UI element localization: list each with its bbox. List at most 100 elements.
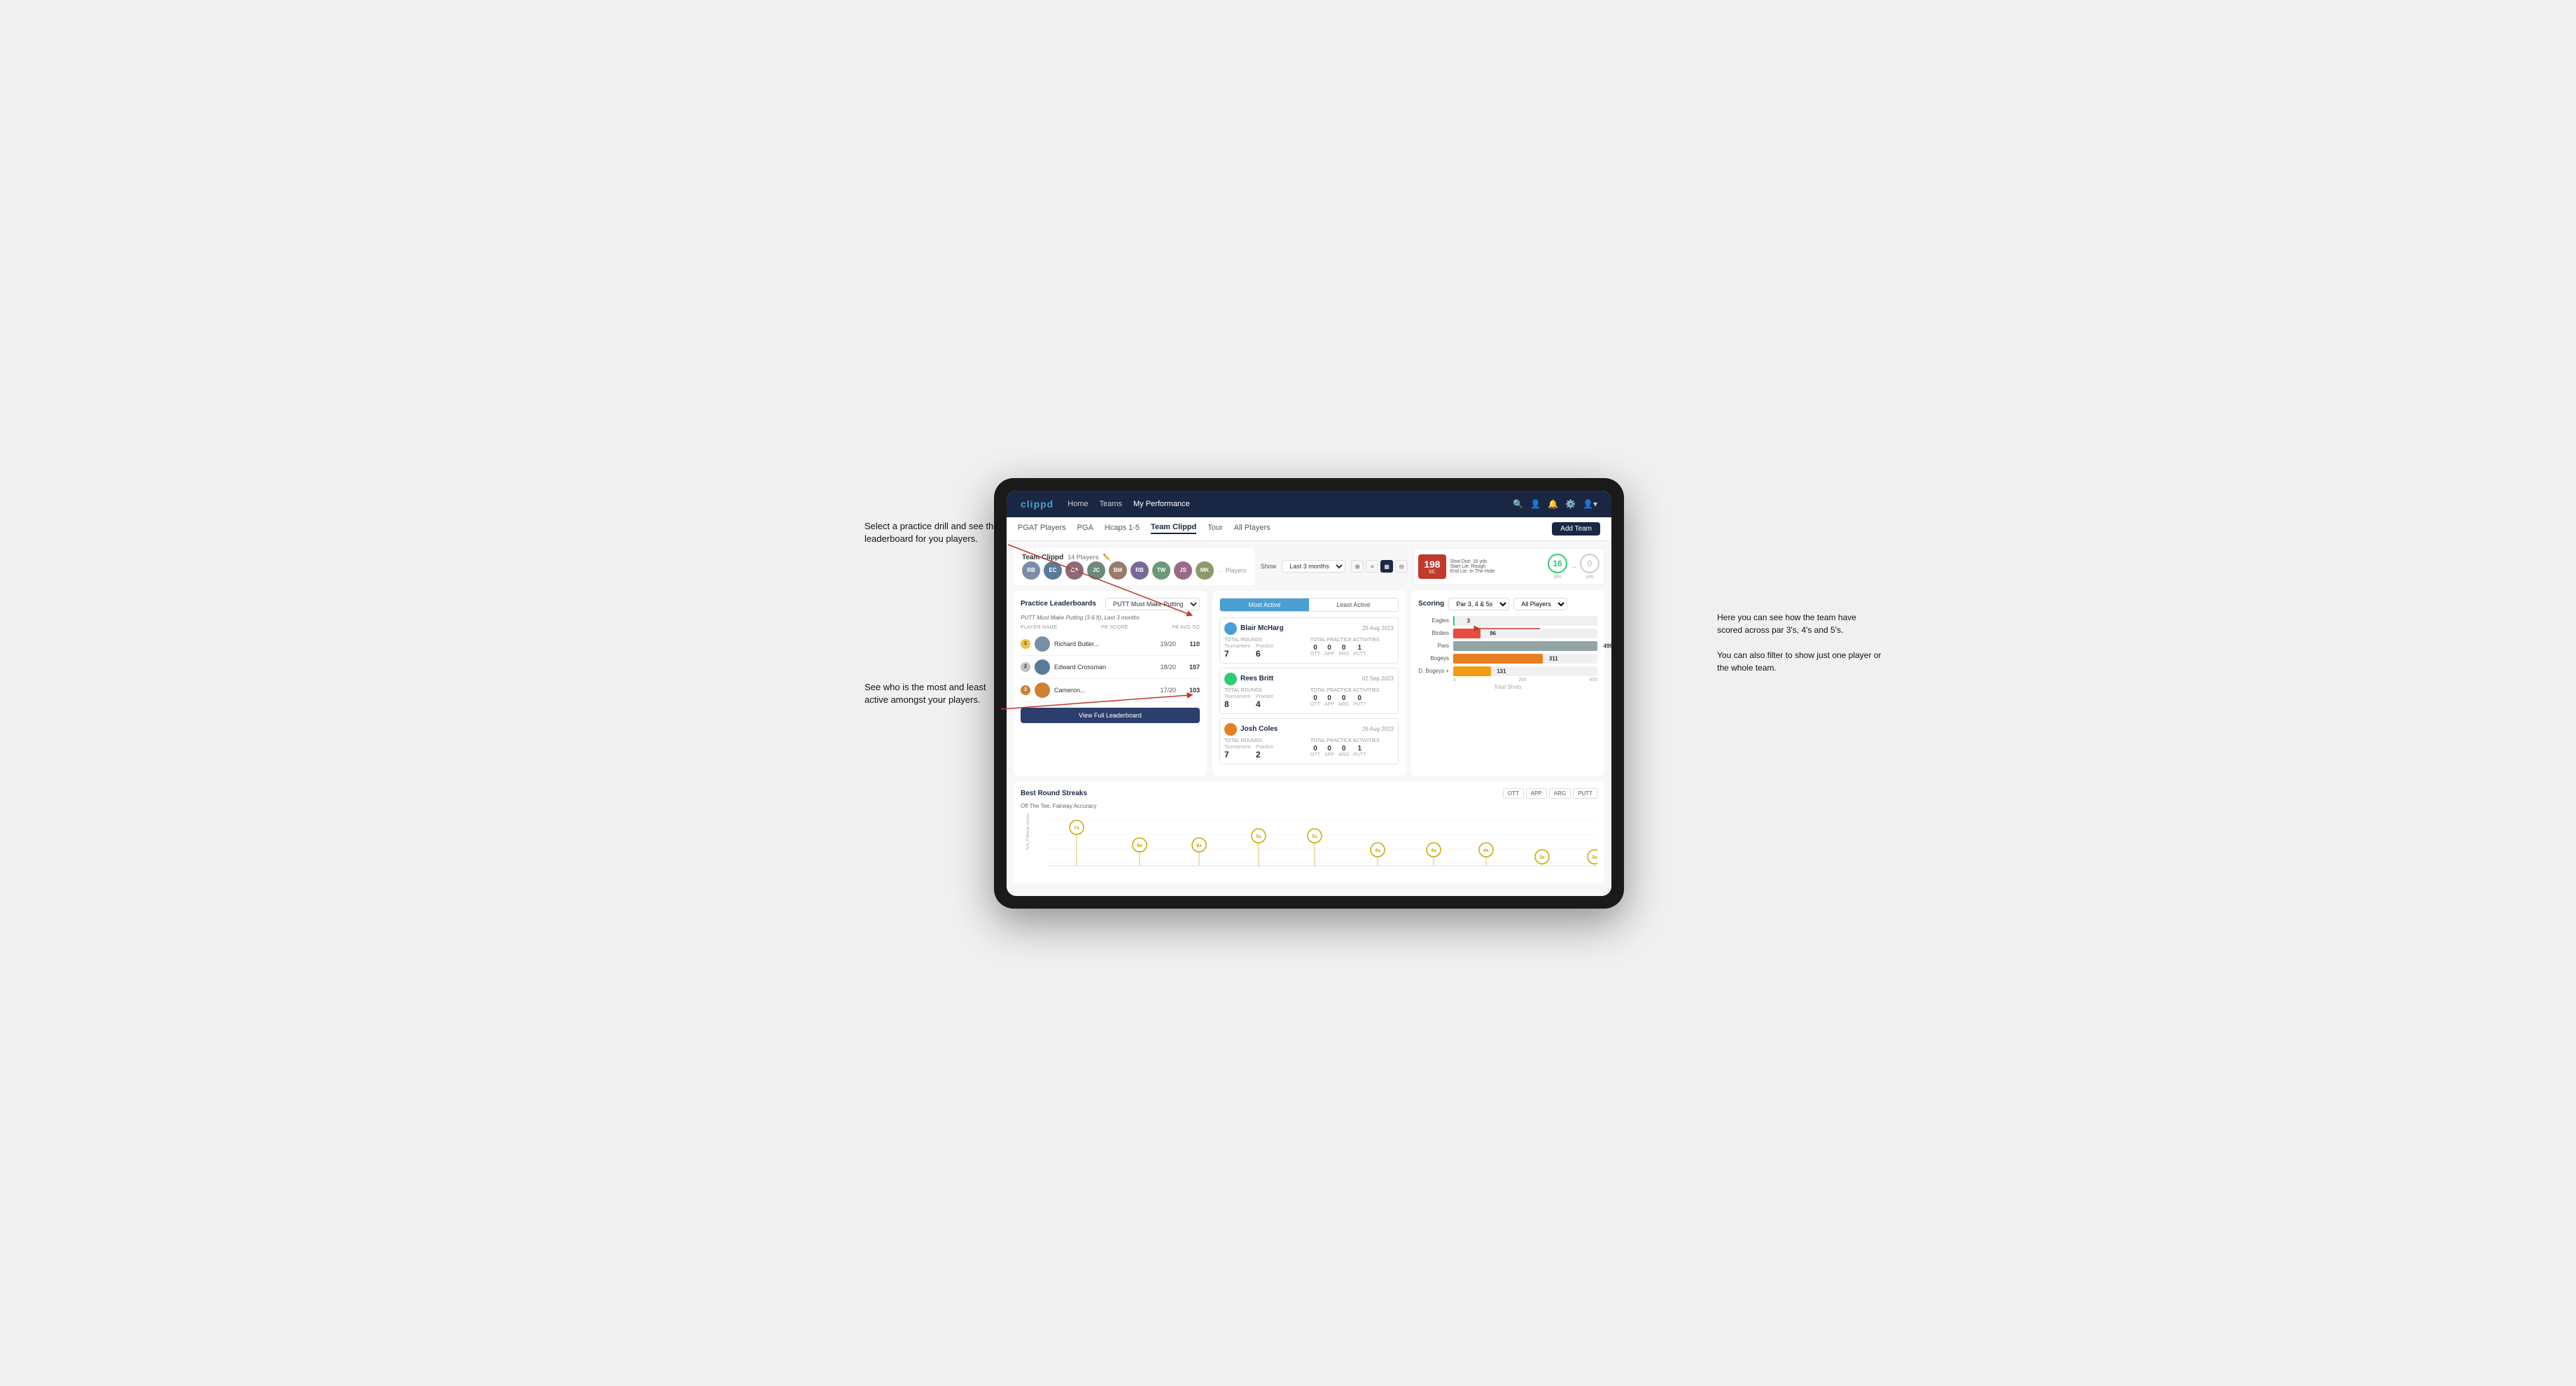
- par-filter[interactable]: Par 3, 4 & 5s: [1448, 598, 1509, 610]
- view-full-leaderboard-button[interactable]: View Full Leaderboard: [1021, 708, 1200, 723]
- search-icon[interactable]: 🔍: [1513, 499, 1523, 509]
- tournament-col-3: Tournament 7: [1224, 745, 1250, 760]
- score-info-box: 198 SC Shot Dist: 16 yds Start Lie: Roug…: [1413, 548, 1604, 585]
- ott-button[interactable]: OTT: [1503, 788, 1524, 799]
- app-col-2: 0 APP: [1324, 694, 1334, 707]
- avatar-1: RB: [1022, 561, 1040, 580]
- bar-value-birdies: 96: [1490, 630, 1496, 636]
- player-card-header-3: Josh Coles 26 Aug 2023: [1224, 723, 1394, 736]
- notifications-icon[interactable]: 🔔: [1548, 499, 1558, 509]
- arg-col: 0 ARG: [1338, 644, 1349, 657]
- player-name-3: Cameron...: [1054, 687, 1156, 694]
- team-header-panel: Team Clippd 14 Players ✏️ RB EC CA JC BM…: [1014, 548, 1255, 585]
- players-filter[interactable]: All Players: [1513, 598, 1567, 610]
- player-avg-2: 107: [1180, 664, 1200, 671]
- svg-text:%A, Fairway Accuracy: %A, Fairway Accuracy: [1026, 813, 1030, 850]
- leaderboard-list: 1 Richard Butler... 19/20 110 2 Edward C…: [1021, 633, 1200, 702]
- card-view-icon[interactable]: ▦: [1380, 560, 1393, 573]
- subnav-pgat[interactable]: PGAT Players: [1018, 524, 1066, 533]
- putt-button[interactable]: PUTT: [1573, 788, 1597, 799]
- total-rounds-group: Total Rounds Tournament 7 Practice: [1224, 638, 1308, 659]
- score-circles: 16 yds → 0 yds: [1548, 554, 1600, 580]
- streaks-header: Best Round Streaks OTT APP ARG PUTT: [1021, 788, 1597, 799]
- tournament-col-2: Tournament 8: [1224, 694, 1250, 709]
- score-circle-0: 0: [1580, 554, 1600, 573]
- practice-activities-group: Total Practice Activities 0 OTT 0: [1310, 638, 1394, 659]
- edit-icon[interactable]: ✏️: [1103, 554, 1111, 561]
- player-name-1: Richard Butler...: [1054, 640, 1156, 648]
- putt-col-3: 1 PUTT: [1353, 745, 1366, 757]
- player-date-3: 26 Aug 2023: [1362, 726, 1394, 732]
- leaderboards-subtitle: PUTT Must Make Putting (3-6 ft), Last 3 …: [1021, 615, 1200, 621]
- svg-text:7x: 7x: [1074, 826, 1079, 831]
- player-score-2: 18/20: [1160, 664, 1176, 671]
- player-name-josh: Josh Coles: [1224, 723, 1278, 736]
- score-value: 198: [1424, 559, 1440, 570]
- score-arrow: →: [1570, 563, 1577, 570]
- grid-view-icon[interactable]: ⊞: [1351, 560, 1364, 573]
- arg-col-2: 0 ARG: [1338, 694, 1349, 707]
- nav-link-home[interactable]: Home: [1068, 500, 1088, 508]
- bar-row-eagles: Eagles 3: [1418, 616, 1597, 626]
- arg-button[interactable]: ARG: [1549, 788, 1571, 799]
- avatar-blair: [1224, 622, 1237, 635]
- bar-value-bogeys: 311: [1549, 655, 1558, 662]
- streaks-svg: %A, Fairway Accuracy 7x: [1021, 813, 1597, 876]
- main-content: Team Clippd 14 Players ✏️ RB EC CA JC BM…: [1007, 541, 1611, 896]
- avatar-cameron: [1035, 682, 1050, 698]
- view-icons: ⊞ ≡ ▦ ⊟: [1351, 560, 1408, 573]
- nav-link-teams[interactable]: Teams: [1100, 500, 1122, 508]
- add-team-button[interactable]: Add Team: [1552, 522, 1600, 536]
- chart-x-title: Total Shots: [1418, 684, 1597, 690]
- avatar-6: RB: [1130, 561, 1149, 580]
- bar-label-bogeys: Bogeys: [1418, 655, 1449, 662]
- nav-link-myperformance[interactable]: My Performance: [1133, 500, 1190, 508]
- putt-col: 1 PUTT: [1353, 644, 1366, 657]
- annotation-top-left: Select a practice drill and see the lead…: [864, 520, 1004, 545]
- arg-col-3: 0 ARG: [1338, 745, 1349, 757]
- show-select[interactable]: Last 3 months Last 6 months Last year: [1282, 560, 1345, 573]
- subnav-pga[interactable]: PGA: [1077, 524, 1093, 533]
- subnav-tour[interactable]: Tour: [1208, 524, 1222, 533]
- active-tab-group: Most Active Least Active: [1219, 598, 1399, 612]
- team-header-row: Team Clippd 14 Players ✏️ RB EC CA JC BM…: [1014, 548, 1604, 585]
- drill-select[interactable]: PUTT Must Make Putting: [1105, 598, 1200, 610]
- user-menu-icon[interactable]: 👤▾: [1583, 499, 1597, 509]
- leaderboards-col-headers: PLAYER NAME PB SCORE PB AVG SQ: [1021, 625, 1200, 630]
- nav-bar: clippd Home Teams My Performance 🔍 👤 🔔 ⚙…: [1007, 491, 1611, 517]
- score-text-info: Shot Dist: 16 yds Start Lie: Rough End L…: [1450, 559, 1544, 574]
- player-stats-3: Total Rounds Tournament 7 Practice: [1224, 738, 1394, 760]
- app-button[interactable]: APP: [1526, 788, 1547, 799]
- streaks-title: Best Round Streaks: [1021, 790, 1087, 797]
- subnav-allplayers[interactable]: All Players: [1234, 524, 1270, 533]
- subnav-teamclippd[interactable]: Team Clippd: [1151, 523, 1196, 534]
- bar-track-pars: 499: [1453, 641, 1597, 651]
- list-view-icon[interactable]: ≡: [1366, 560, 1378, 573]
- bar-track-birdies: 96: [1453, 629, 1597, 638]
- avatar-richard: [1035, 636, 1050, 652]
- leaderboards-title: Practice Leaderboards: [1021, 600, 1096, 608]
- team-controls: Show Last 3 months Last 6 months Last ye…: [1261, 548, 1408, 585]
- ott-col-2: 0 OTT: [1310, 694, 1320, 707]
- tab-most-active[interactable]: Most Active: [1220, 598, 1309, 611]
- avatar-3: CA: [1065, 561, 1084, 580]
- practice-activities-3: 0 OTT 0 APP 0: [1310, 745, 1394, 757]
- streaks-chart: %A, Fairway Accuracy 7x: [1021, 813, 1597, 876]
- score-unit: SC: [1424, 570, 1440, 575]
- player-date-2: 02 Sep 2023: [1362, 676, 1394, 682]
- table-row: 1 Richard Butler... 19/20 110: [1021, 633, 1200, 656]
- settings-icon[interactable]: ⚙️: [1565, 499, 1576, 509]
- profile-icon[interactable]: 👤: [1530, 499, 1541, 509]
- subnav-hcaps[interactable]: Hcaps 1-5: [1105, 524, 1140, 533]
- bar-track-bogeys: 311: [1453, 654, 1597, 664]
- tab-least-active[interactable]: Least Active: [1309, 598, 1398, 611]
- score-circle-16: 16: [1548, 554, 1567, 573]
- total-rounds-group-2: Total Rounds Tournament 8 Practice: [1224, 688, 1308, 709]
- bar-row-dbogeys: D. Bogeys + 131: [1418, 666, 1597, 676]
- bar-fill-pars: 499: [1453, 641, 1597, 651]
- practice-activities: 0 OTT 0 APP 0: [1310, 644, 1394, 657]
- total-rounds-group-3: Total Rounds Tournament 7 Practice: [1224, 738, 1308, 760]
- team-title: Team Clippd 14 Players ✏️: [1022, 554, 1247, 561]
- table-view-icon[interactable]: ⊟: [1395, 560, 1408, 573]
- table-row: 3 Cameron... 17/20 103: [1021, 679, 1200, 702]
